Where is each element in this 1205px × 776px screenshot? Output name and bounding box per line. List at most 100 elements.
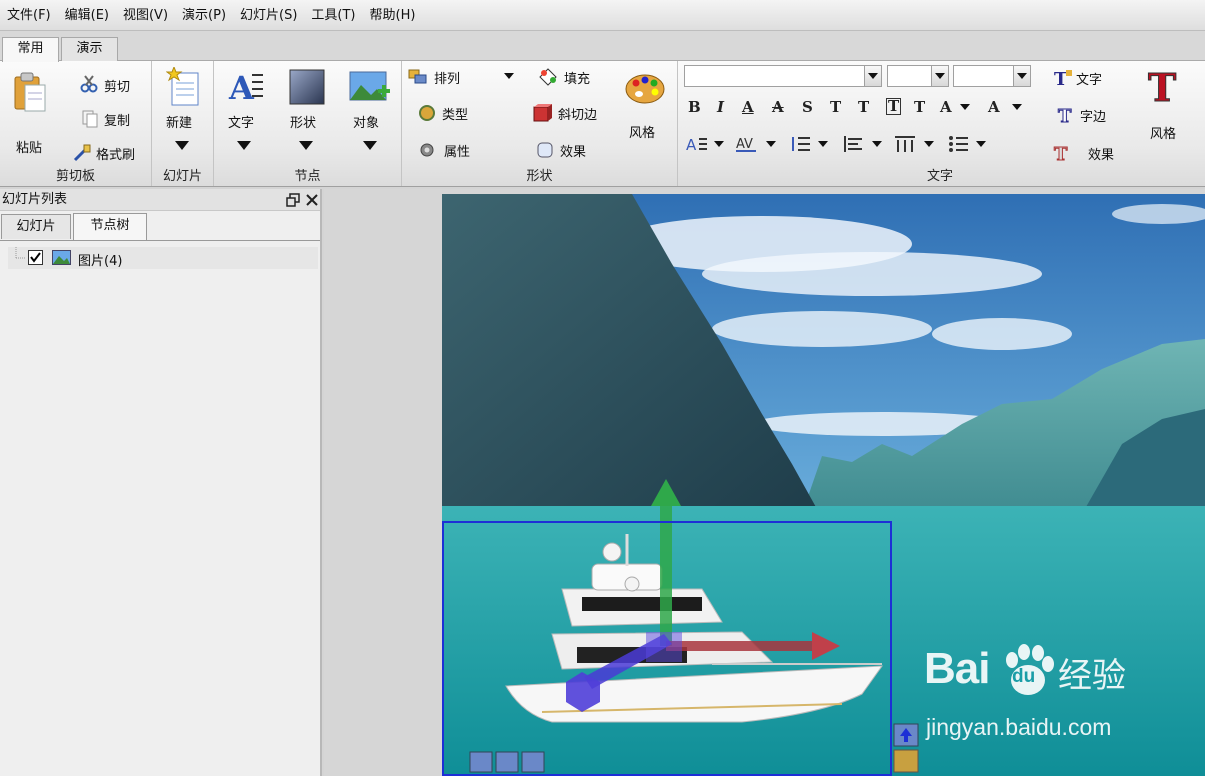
svg-text:T: T: [1058, 106, 1072, 126]
columns-icon[interactable]: [894, 135, 916, 153]
fill-label: 填充: [564, 72, 591, 87]
restore-icon[interactable]: [286, 193, 300, 207]
font-family-select[interactable]: [684, 65, 882, 87]
group-node: A 文字 形状 对象 节点: [214, 61, 402, 186]
menu-tools[interactable]: 工具(T): [304, 0, 362, 31]
font-effect-button[interactable]: A: [940, 98, 952, 116]
bullet-list-dropdown-icon[interactable]: [976, 141, 986, 147]
char-spacing-button[interactable]: T: [914, 98, 925, 116]
text-dropdown-icon: [237, 141, 251, 150]
svg-text:AV: AV: [736, 137, 753, 152]
copy-icon: [82, 110, 98, 128]
new-slide-button[interactable]: 新建: [160, 67, 206, 155]
panel-title-bar: 幻灯片列表: [0, 189, 320, 211]
menu-present[interactable]: 演示(P): [175, 0, 233, 31]
svg-text:T: T: [1054, 69, 1068, 89]
text-style-label: 风格: [1150, 127, 1177, 142]
font-size-dropdown[interactable]: [931, 66, 948, 86]
menu-edit[interactable]: 编辑(E): [58, 0, 116, 31]
chevron-down-icon: [1017, 73, 1027, 79]
line-spacing-icon[interactable]: [790, 135, 812, 153]
insert-shape-label: 形状: [290, 116, 317, 131]
menu-view[interactable]: 视图(V): [116, 0, 175, 31]
copy-button[interactable]: 复制: [78, 107, 142, 131]
font-effect-dropdown-icon[interactable]: [960, 104, 970, 110]
group-label-clipboard: 剪切板: [55, 169, 95, 184]
group-text: B I A A S T T T T A A A AV T 文字 T 字边 T 效…: [678, 61, 1202, 186]
shape-properties-label: 属性: [444, 145, 471, 160]
bevel-icon: [533, 104, 552, 122]
bold-button[interactable]: B: [688, 98, 701, 116]
shape-effect-icon: [537, 142, 553, 158]
shape-type-label: 类型: [442, 108, 469, 123]
group-label-text: 文字: [926, 169, 953, 184]
close-icon[interactable]: [305, 193, 319, 207]
brush-icon: [73, 144, 91, 162]
format-painter-button[interactable]: 格式刷: [72, 141, 146, 165]
selection-handles-bottom[interactable]: [469, 751, 545, 773]
underline-button[interactable]: A: [742, 98, 754, 116]
properties-icon: [420, 143, 434, 157]
subscript-button[interactable]: T: [858, 98, 869, 116]
font-family-dropdown[interactable]: [864, 66, 881, 86]
tab-present[interactable]: 演示: [61, 37, 118, 61]
insert-object-label: 对象: [353, 116, 380, 131]
text-box-button[interactable]: T: [886, 98, 902, 115]
shape-style-label: 风格: [629, 126, 656, 141]
watermark-url: jingyan.baidu.com: [926, 714, 1112, 740]
bullet-list-icon[interactable]: [948, 135, 970, 153]
line-spacing-dropdown-icon[interactable]: [818, 141, 828, 147]
columns-dropdown-icon[interactable]: [924, 141, 934, 147]
font-style-select[interactable]: [953, 65, 1031, 87]
text-style-icon: T: [1148, 67, 1177, 107]
text-fill-label: 文字: [1076, 73, 1103, 88]
tab-common[interactable]: 常用: [2, 37, 59, 62]
tab-node-tree[interactable]: 节点树: [73, 213, 147, 240]
cut-button[interactable]: 剪切: [78, 73, 142, 97]
text-edge-button[interactable]: T 字边: [1054, 103, 1124, 127]
insert-shape-button[interactable]: 形状: [284, 67, 330, 155]
text-fill-button[interactable]: T 文字: [1050, 66, 1120, 90]
text-style-button[interactable]: T 风格: [1140, 65, 1190, 149]
font-style-dropdown[interactable]: [1013, 66, 1030, 86]
kerning-dropdown-icon[interactable]: [766, 141, 776, 147]
superscript-button[interactable]: T: [830, 98, 841, 116]
menu-help[interactable]: 帮助(H): [363, 0, 423, 31]
shape-effect-button[interactable]: 效果: [534, 138, 604, 162]
shape-style-button[interactable]: 风格: [620, 69, 670, 149]
tab-slides[interactable]: 幻灯片: [1, 214, 71, 239]
arrange-label: 排列: [434, 72, 461, 87]
kerning-icon[interactable]: AV: [736, 135, 758, 153]
font-color-dropdown-icon[interactable]: [1012, 104, 1022, 110]
arrange-button[interactable]: 排列: [406, 65, 518, 89]
paragraph-align-dropdown-icon[interactable]: [872, 141, 882, 147]
menu-file[interactable]: 文件(F): [0, 0, 58, 31]
paste-button[interactable]: 粘贴: [8, 69, 52, 156]
text-effect-icon: T: [1054, 144, 1069, 165]
bevel-button[interactable]: 斜切边: [530, 101, 614, 125]
insert-text-button[interactable]: A 文字: [222, 67, 268, 155]
tree-item-picture[interactable]: 图片(4): [8, 247, 318, 269]
insert-text-label: 文字: [228, 116, 255, 131]
text-align-dropdown-icon[interactable]: [714, 141, 724, 147]
visibility-checkbox[interactable]: [28, 250, 44, 266]
menu-slide[interactable]: 幻灯片(S): [233, 0, 304, 31]
paragraph-align-icon[interactable]: [842, 135, 864, 153]
text-node-icon: A: [228, 69, 263, 107]
group-shape: 排列 类型 属性 填充 斜切边 效果 风格 形状: [402, 61, 678, 186]
font-size-select[interactable]: [887, 65, 949, 87]
arrange-dropdown-icon: [504, 73, 514, 79]
strikethrough-button[interactable]: A: [772, 98, 784, 116]
shape-type-button[interactable]: 类型: [416, 101, 496, 125]
shadow-button[interactable]: S: [802, 98, 813, 116]
text-align-icon[interactable]: A: [686, 135, 708, 153]
shape-properties-button[interactable]: 属性: [416, 138, 496, 162]
new-slide-dropdown-icon: [175, 141, 189, 150]
text-edge-icon: T: [1058, 106, 1073, 127]
insert-object-button[interactable]: 对象: [346, 67, 394, 155]
italic-button[interactable]: I: [717, 98, 724, 116]
text-effect-button[interactable]: T 效果: [1050, 141, 1120, 165]
font-color-button[interactable]: A: [988, 98, 1000, 116]
fill-button[interactable]: 填充: [536, 65, 606, 89]
slide-list-panel: 幻灯片列表 幻灯片 节点树 图片(4): [0, 189, 322, 776]
